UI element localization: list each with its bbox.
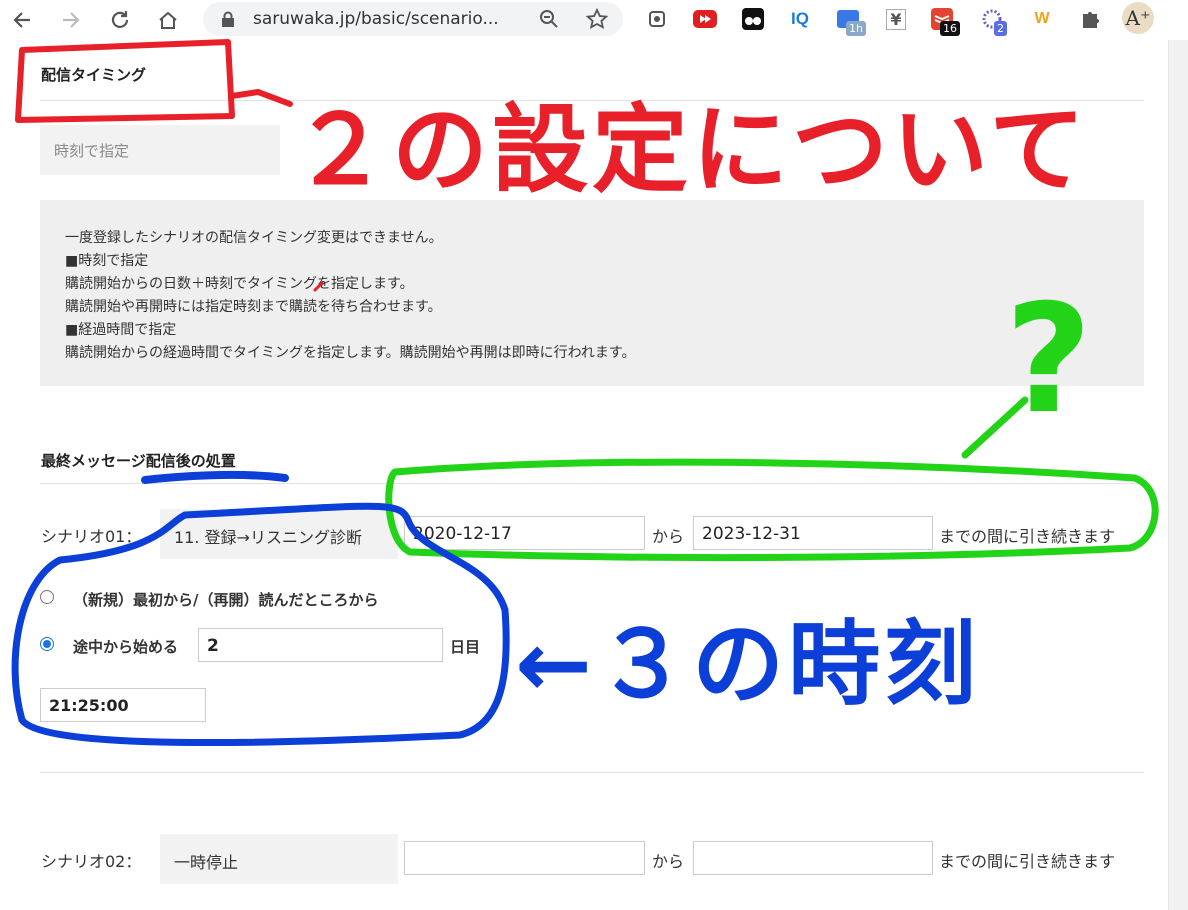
- lock-icon: [222, 11, 234, 27]
- green-annotation-text: ?: [1005, 273, 1093, 447]
- notice-line: 購読開始や再開時には指定時刻まで購読を待ち合わせます。: [65, 299, 442, 315]
- scenario02-select[interactable]: 一時停止: [160, 834, 398, 884]
- profile-avatar[interactable]: A⁺: [1122, 2, 1154, 34]
- timing-notice-box: 一度登録したシナリオの配信タイミング変更はできません。 ■時刻で指定 購読開始か…: [40, 200, 1144, 386]
- scenario01-name: 11. 登録→リスニング診断: [174, 528, 362, 547]
- restart-from-beginning-radio[interactable]: [40, 590, 54, 604]
- notice-line: 購読開始からの日数＋時刻でタイミングを指定します。: [65, 276, 414, 292]
- notice-line: ■時刻で指定: [65, 253, 149, 269]
- home-icon[interactable]: [154, 6, 182, 34]
- notice-line: ■経過時間で指定: [65, 322, 177, 338]
- address-bar[interactable]: saruwaka.jp/basic/scenario...: [203, 2, 623, 36]
- scenario02-label: シナリオ02：: [41, 852, 142, 871]
- puzzle-extensions-icon[interactable]: [1076, 5, 1104, 33]
- start-time-input[interactable]: 21:25:00: [40, 688, 206, 722]
- youtube-extension-icon[interactable]: [691, 5, 719, 33]
- extension-badge: 1h: [846, 21, 866, 36]
- notice-line: 一度登録したシナリオの配信タイミング変更はできません。: [65, 230, 443, 246]
- kara-label: から: [652, 527, 685, 546]
- scenario02-date-to-input[interactable]: [693, 841, 933, 875]
- w-extension-icon[interactable]: W: [1028, 5, 1056, 33]
- start-midway-radio[interactable]: [40, 637, 54, 651]
- star-icon[interactable]: [586, 8, 608, 30]
- scenario01-label: シナリオ01：: [41, 527, 142, 546]
- yen-extension-icon[interactable]: ¥: [882, 5, 910, 33]
- scenario02-date-from-input[interactable]: [404, 841, 645, 875]
- extension-badge: 2: [994, 21, 1007, 36]
- sparkle-extension-icon[interactable]: 2: [978, 5, 1007, 36]
- delivery-timing-heading: 配信タイミング: [41, 66, 147, 84]
- scenario01-select[interactable]: 11. 登録→リスニング診断: [160, 509, 398, 559]
- todoist-extension-icon[interactable]: 16: [928, 5, 960, 36]
- blue-annotation-text: ←３の時刻: [515, 611, 981, 718]
- extension-badge: 16: [940, 21, 960, 36]
- notice-line: 購読開始からの経過時間でタイミングを指定します。購読開始や再開は即時に行われます…: [65, 345, 636, 361]
- kara-label: から: [652, 852, 685, 871]
- day-unit-label: 日目: [450, 638, 481, 656]
- forward-icon[interactable]: [57, 6, 85, 34]
- start-day-input[interactable]: 2: [198, 628, 443, 662]
- divider: [40, 772, 1144, 773]
- reload-icon[interactable]: [106, 6, 134, 34]
- browser-toolbar: saruwaka.jp/basic/scenario... IQ 1h ¥ 16…: [0, 0, 1188, 40]
- continue-suffix: までの間に引き続きます: [939, 852, 1116, 871]
- timing-mode-value: 時刻で指定: [54, 142, 130, 160]
- scenario01-date-from-input[interactable]: 2020-12-17: [404, 516, 645, 550]
- scenario02-name: 一時停止: [174, 853, 239, 872]
- start-midway-label: 途中から始める: [73, 638, 179, 656]
- after-last-message-heading: 最終メッセージ配信後の処置: [41, 452, 236, 470]
- iq-extension-icon[interactable]: IQ: [786, 5, 814, 33]
- restart-from-beginning-label: （新規）最初から/（再開）読んだところから: [73, 591, 379, 609]
- continue-suffix: までの間に引き続きます: [939, 527, 1116, 546]
- scenario01-date-to-input[interactable]: 2023-12-31: [693, 516, 933, 550]
- calendar-extension-icon[interactable]: 1h: [834, 5, 866, 36]
- back-icon[interactable]: [8, 6, 36, 34]
- zoom-icon[interactable]: [539, 9, 559, 29]
- screenshot-extension-icon[interactable]: [643, 5, 671, 33]
- red-annotation-text: ２の設定について: [292, 94, 1090, 206]
- divider: [40, 483, 1144, 484]
- timing-mode-select[interactable]: 時刻で指定: [40, 125, 280, 175]
- url-text: saruwaka.jp/basic/scenario...: [253, 9, 499, 29]
- tampermonkey-extension-icon[interactable]: [739, 5, 767, 33]
- scrollbar[interactable]: [1168, 40, 1188, 910]
